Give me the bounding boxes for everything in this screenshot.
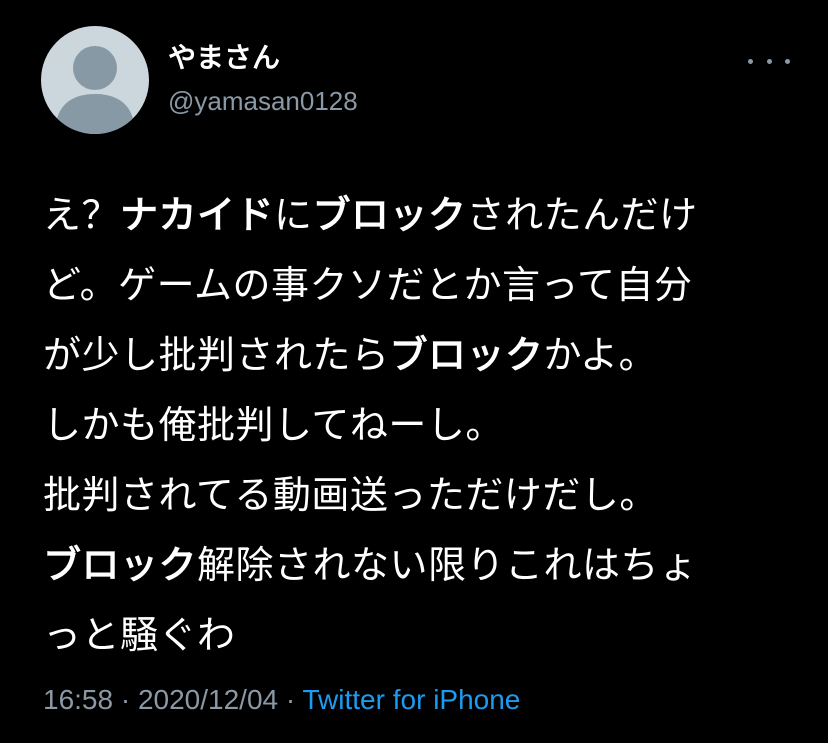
tweet-source-link[interactable]: Twitter for iPhone	[303, 684, 521, 715]
more-options-icon[interactable]	[748, 48, 790, 74]
avatar[interactable]	[41, 26, 149, 134]
tweet-segment: え？	[43, 193, 121, 237]
user-handle[interactable]: @yamasan0128	[168, 82, 358, 120]
tweet-line: 批判されてる動画送っただけだし。	[43, 460, 793, 530]
tweet-segment: ど。ゲームの事クソだとか言って自分	[43, 263, 693, 307]
tweet-time: 16:58	[43, 684, 114, 715]
tweet-line: ど。ゲームの事クソだとか言って自分	[43, 250, 793, 320]
tweet-bold-segment: ナカイド	[120, 193, 275, 237]
tweet-segment: かよ。	[543, 333, 658, 377]
tweet-bold-segment: ブロック	[389, 333, 544, 377]
tweet-bold-segment: ブロック	[312, 193, 467, 237]
tweet-segment: っと騒ぐわ	[43, 613, 236, 657]
tweet-line: え？ナカイドにブロックされたんだけ	[43, 180, 793, 250]
meta-separator: ·	[113, 684, 138, 715]
tweet-segment: が少し批判されたら	[43, 333, 390, 377]
more-dot	[748, 58, 753, 64]
tweet-bold-segment: ブロック	[43, 543, 198, 587]
tweet-line: が少し批判されたらブロックかよ。	[43, 320, 793, 390]
meta-separator: ·	[278, 684, 303, 715]
tweet-segment: されたんだけ	[466, 193, 698, 237]
tweet-segment: しかも俺批判してねーし。	[43, 403, 504, 447]
tweet-date: 2020/12/04	[137, 684, 279, 715]
display-name[interactable]: やまさん	[168, 38, 280, 78]
tweet-line: ブロック解除されない限りこれはちょ	[43, 530, 793, 600]
tweet-segment: に	[274, 193, 313, 237]
more-dot	[785, 58, 790, 64]
tweet-line: しかも俺批判してねーし。	[43, 390, 793, 460]
tweet-segment: 批判されてる動画送っただけだし。	[43, 473, 658, 517]
tweet-meta: 16:58 · 2020/12/04 · Twitter for iPhone	[43, 680, 520, 720]
default-profile-avatar-icon	[55, 46, 135, 134]
more-dot	[766, 58, 772, 64]
tweet-segment: 解除されない限りこれはちょ	[197, 543, 698, 587]
tweet-line: っと騒ぐわ	[43, 600, 793, 670]
tweet-text: え？ナカイドにブロックされたんだけ ど。ゲームの事クソだとか言って自分 が少し批判さ…	[43, 180, 793, 670]
